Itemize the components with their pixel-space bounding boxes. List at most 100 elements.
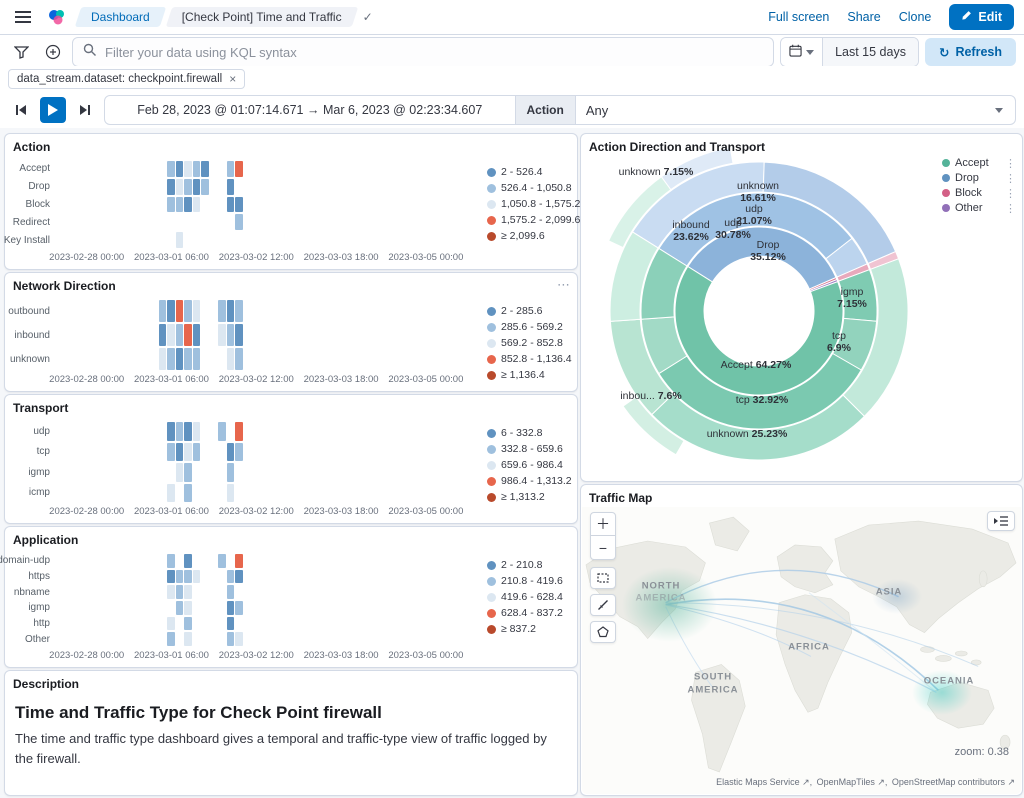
map-canvas[interactable]: NORTHAMERICASOUTHAMERICAAFRICAASIAOCEANI… bbox=[582, 507, 1021, 794]
heatmap-cell[interactable] bbox=[167, 422, 174, 441]
legend-options-icon[interactable]: ⋮ bbox=[1005, 187, 1018, 200]
legend-item[interactable]: 852.8 - 1,136.4 bbox=[487, 351, 577, 367]
heatmap-cell[interactable] bbox=[167, 324, 174, 346]
heatmap-cell[interactable] bbox=[176, 570, 183, 584]
heatmap-cell[interactable] bbox=[184, 463, 191, 482]
heatmap-cell[interactable] bbox=[167, 161, 174, 177]
zoom-in-button[interactable]: ＋ bbox=[590, 512, 616, 536]
heatmap-cell[interactable] bbox=[235, 214, 242, 230]
heatmap-cell[interactable] bbox=[218, 554, 225, 568]
draw-bounds-tool-button[interactable] bbox=[590, 567, 616, 589]
heatmap-plot[interactable] bbox=[57, 421, 481, 503]
heatmap-cell[interactable] bbox=[235, 422, 242, 441]
heatmap-cell[interactable] bbox=[184, 161, 191, 177]
heatmap-cell[interactable] bbox=[184, 348, 191, 370]
edit-button[interactable]: Edit bbox=[949, 4, 1014, 30]
legend-item[interactable]: 1,575.2 - 2,099.6 bbox=[487, 212, 577, 228]
heatmap-cell[interactable] bbox=[227, 300, 234, 322]
legend-item[interactable]: 332.8 - 659.6 bbox=[487, 441, 577, 457]
heatmap-cell[interactable] bbox=[159, 300, 166, 322]
legend-item[interactable]: 659.6 - 986.4 bbox=[487, 457, 577, 473]
heatmap-cell[interactable] bbox=[184, 601, 191, 615]
time-range-button[interactable]: Last 15 days bbox=[823, 38, 918, 66]
heatmap-cell[interactable] bbox=[176, 324, 183, 346]
heatmap-cell[interactable] bbox=[176, 443, 183, 462]
heatmap-cell[interactable] bbox=[184, 443, 191, 462]
heatmap-plot[interactable] bbox=[57, 299, 481, 371]
legend-options-icon[interactable]: ⋮ bbox=[1005, 157, 1018, 170]
heatmap-cell[interactable] bbox=[227, 617, 234, 631]
heatmap-cell[interactable] bbox=[176, 232, 183, 248]
heatmap-cell[interactable] bbox=[193, 422, 200, 441]
heatmap-cell[interactable] bbox=[184, 197, 191, 213]
heatmap-cell[interactable] bbox=[227, 484, 234, 503]
time-slider-play-button[interactable] bbox=[40, 97, 66, 123]
legend-item[interactable]: 2 - 526.4 bbox=[487, 164, 577, 180]
legend-item[interactable]: 419.6 - 628.4 bbox=[487, 589, 577, 605]
share-button[interactable]: Share bbox=[847, 10, 880, 24]
control-value-dropdown[interactable]: Any bbox=[576, 103, 618, 118]
heatmap-cell[interactable] bbox=[227, 348, 234, 370]
measure-distance-tool-button[interactable] bbox=[590, 594, 616, 616]
full-screen-button[interactable]: Full screen bbox=[768, 10, 829, 24]
map-legend-toggle-button[interactable] bbox=[987, 511, 1015, 531]
heatmap-cell[interactable] bbox=[167, 632, 174, 646]
legend-item[interactable]: 285.6 - 569.2 bbox=[487, 319, 577, 335]
heatmap-cell[interactable] bbox=[184, 422, 191, 441]
legend-options-icon[interactable]: ⋮ bbox=[1005, 172, 1018, 185]
heatmap-cell[interactable] bbox=[167, 585, 174, 599]
legend-item[interactable]: 1,050.8 - 1,575.2 bbox=[487, 196, 577, 212]
heatmap-cell[interactable] bbox=[227, 601, 234, 615]
heatmap-cell[interactable] bbox=[227, 570, 234, 584]
heatmap-cell[interactable] bbox=[167, 570, 174, 584]
legend-item[interactable]: 2 - 285.6 bbox=[487, 303, 577, 319]
heatmap-plot[interactable] bbox=[57, 553, 481, 647]
zoom-out-button[interactable]: − bbox=[590, 536, 616, 560]
heatmap-cell[interactable] bbox=[184, 324, 191, 346]
heatmap-cell[interactable] bbox=[235, 443, 242, 462]
heatmap-cell[interactable] bbox=[184, 554, 191, 568]
heatmap-cell[interactable] bbox=[235, 300, 242, 322]
heatmap-cell[interactable] bbox=[235, 554, 242, 568]
heatmap-cell[interactable] bbox=[176, 161, 183, 177]
heatmap-cell[interactable] bbox=[193, 324, 200, 346]
time-slider-previous-button[interactable] bbox=[8, 97, 34, 123]
filter-pill-datastream[interactable]: data_stream.dataset: checkpoint.firewall… bbox=[8, 69, 245, 89]
heatmap-cell[interactable] bbox=[227, 585, 234, 599]
heatmap-cell[interactable] bbox=[176, 585, 183, 599]
saved-query-filter-icon[interactable] bbox=[8, 39, 34, 65]
heatmap-cell[interactable] bbox=[159, 348, 166, 370]
date-quick-select-button[interactable] bbox=[781, 38, 823, 66]
legend-item[interactable]: ≥ 837.2 bbox=[487, 621, 577, 637]
heatmap-cell[interactable] bbox=[227, 197, 234, 213]
heatmap-cell[interactable] bbox=[184, 617, 191, 631]
legend-item[interactable]: 6 - 332.8 bbox=[487, 425, 577, 441]
heatmap-cell[interactable] bbox=[167, 617, 174, 631]
heatmap-cell[interactable] bbox=[167, 484, 174, 503]
heatmap-cell[interactable] bbox=[218, 300, 225, 322]
heatmap-cell[interactable] bbox=[218, 324, 225, 346]
legend-item[interactable]: 2 - 210.8 bbox=[487, 557, 577, 573]
heatmap-cell[interactable] bbox=[167, 554, 174, 568]
heatmap-cell[interactable] bbox=[176, 179, 183, 195]
heatmap-cell[interactable] bbox=[167, 443, 174, 462]
heatmap-cell[interactable] bbox=[193, 570, 200, 584]
heatmap-cell[interactable] bbox=[167, 348, 174, 370]
time-slider-next-button[interactable] bbox=[72, 97, 98, 123]
heatmap-cell[interactable] bbox=[193, 197, 200, 213]
heatmap-cell[interactable] bbox=[227, 324, 234, 346]
breadcrumb-dashboard[interactable]: Dashboard bbox=[78, 7, 163, 27]
control-group-action[interactable]: Action Any bbox=[516, 96, 1016, 124]
clone-button[interactable]: Clone bbox=[899, 10, 932, 24]
heatmap-cell[interactable] bbox=[167, 179, 174, 195]
heatmap-cell[interactable] bbox=[235, 161, 242, 177]
heatmap-plot[interactable] bbox=[57, 160, 481, 249]
heatmap-cell[interactable] bbox=[184, 484, 191, 503]
heatmap-cell[interactable] bbox=[201, 179, 208, 195]
legend-options-icon[interactable]: ⋮ bbox=[1005, 202, 1018, 215]
kql-search-box[interactable] bbox=[72, 37, 774, 67]
heatmap-cell[interactable] bbox=[193, 348, 200, 370]
heatmap-cell[interactable] bbox=[176, 197, 183, 213]
heatmap-cell[interactable] bbox=[184, 179, 191, 195]
heatmap-cell[interactable] bbox=[159, 324, 166, 346]
